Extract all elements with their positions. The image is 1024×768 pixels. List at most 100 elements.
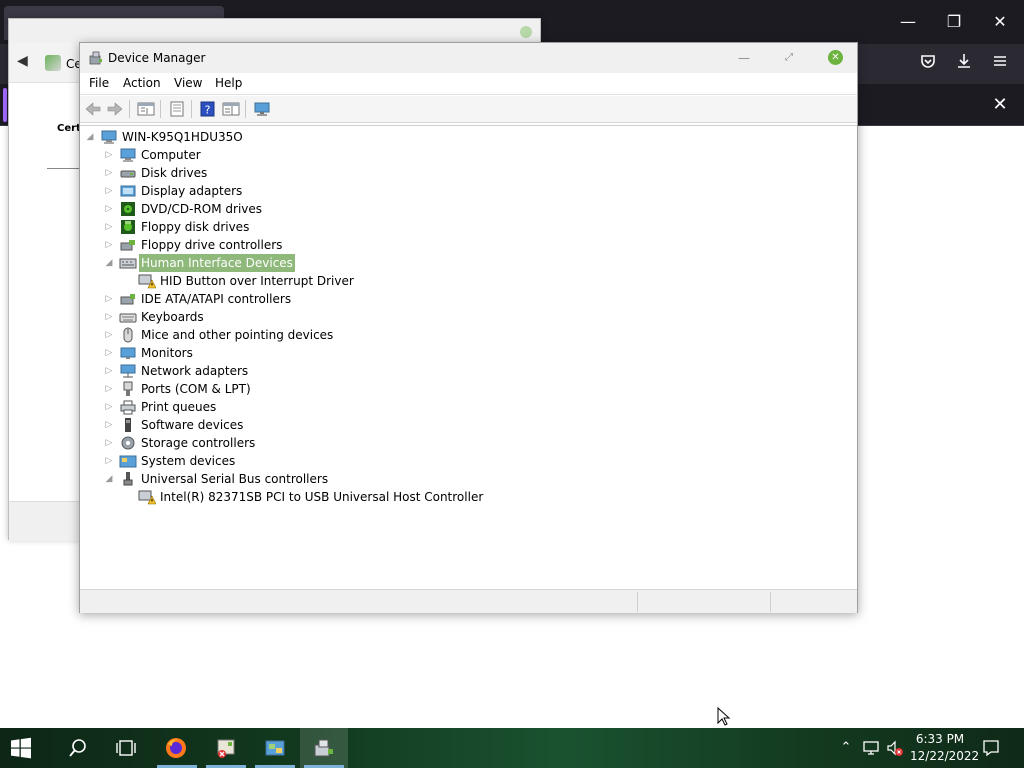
tree-category[interactable]: ▷ System devices bbox=[80, 452, 850, 470]
action-pane-icon[interactable] bbox=[222, 101, 240, 117]
menu-file[interactable]: File bbox=[89, 76, 109, 90]
close-button[interactable]: ✕ bbox=[828, 50, 843, 65]
expand-arrow-icon[interactable]: ▷ bbox=[105, 236, 113, 254]
expand-arrow-icon[interactable]: ▷ bbox=[105, 326, 113, 344]
certificate-manager-icon[interactable] bbox=[214, 736, 238, 760]
menu-help[interactable]: Help bbox=[215, 76, 242, 90]
expand-arrow-icon[interactable]: ▷ bbox=[105, 290, 113, 308]
device-tree[interactable]: ◢ WIN-K95Q1HDU35O ▷ Computer ▷ Disk drives ▷ Di… bbox=[80, 125, 857, 589]
tree-item-label: Floppy disk drives bbox=[141, 220, 250, 234]
notification-close-icon[interactable]: ✕ bbox=[986, 92, 1014, 118]
firefox-close-button[interactable]: ✕ bbox=[977, 8, 1023, 36]
menu-view[interactable]: View bbox=[174, 76, 202, 90]
collapse-arrow-icon[interactable]: ◢ bbox=[86, 128, 94, 146]
expand-arrow-icon[interactable]: ▷ bbox=[105, 344, 113, 362]
keyboard-icon bbox=[119, 313, 137, 323]
firefox-restore-button[interactable]: ❐ bbox=[931, 8, 977, 36]
maximize-button[interactable]: ⤢ bbox=[777, 49, 801, 67]
back-icon[interactable] bbox=[84, 101, 102, 117]
expand-arrow-icon[interactable]: ▷ bbox=[105, 164, 113, 182]
system-device-icon bbox=[119, 455, 137, 468]
tree-category[interactable]: ▷ Mice and other pointing devices bbox=[80, 326, 850, 344]
tree-category[interactable]: ▷ Floppy drive controllers bbox=[80, 236, 850, 254]
toolbar-separator bbox=[245, 100, 246, 118]
clock-date: 12/22/2022 bbox=[910, 749, 980, 763]
forward-icon[interactable] bbox=[106, 101, 124, 117]
start-icon[interactable] bbox=[10, 737, 32, 759]
expand-arrow-icon[interactable]: ▷ bbox=[105, 398, 113, 416]
control-panel-icon[interactable] bbox=[263, 736, 287, 760]
tree-item-label: Print queues bbox=[141, 400, 217, 414]
tree-item-label: Software devices bbox=[141, 418, 244, 432]
network-adapter-icon bbox=[120, 364, 136, 378]
tree-category[interactable]: ▷ Display adapters bbox=[80, 182, 850, 200]
expand-arrow-icon[interactable]: ▷ bbox=[105, 182, 113, 200]
firefox-minimize-button[interactable]: — bbox=[885, 8, 931, 36]
computer-icon bbox=[120, 148, 136, 162]
firefox-icon[interactable] bbox=[164, 736, 188, 760]
properties-icon[interactable] bbox=[168, 101, 186, 117]
tree-item-label: System devices bbox=[141, 454, 236, 468]
expand-arrow-icon[interactable]: ▷ bbox=[105, 146, 113, 164]
tree-category[interactable]: ◢ Universal Serial Bus controllers bbox=[80, 470, 850, 488]
expand-arrow-icon[interactable]: ▷ bbox=[105, 218, 113, 236]
warning-device-icon bbox=[138, 490, 156, 505]
tree-category[interactable]: ▷ Software devices bbox=[80, 416, 850, 434]
floppy-controller-icon bbox=[120, 240, 135, 251]
expand-arrow-icon[interactable]: ▷ bbox=[105, 380, 113, 398]
pocket-icon[interactable] bbox=[916, 52, 940, 76]
menu-icon[interactable] bbox=[988, 52, 1012, 76]
tree-item-label: HID Button over Interrupt Driver bbox=[160, 274, 354, 288]
back-arrow-icon[interactable]: ◀ bbox=[17, 53, 28, 69]
toolbar-separator bbox=[160, 100, 161, 118]
show-hidden-icons-icon[interactable]: ⌃ bbox=[837, 738, 855, 758]
tree-category[interactable]: ▷ Computer bbox=[80, 146, 850, 164]
clock-time: 6:33 PM bbox=[915, 732, 965, 746]
display-adapter-icon bbox=[120, 185, 136, 197]
tree-category[interactable]: ▷ Print queues bbox=[80, 398, 850, 416]
tree-category[interactable]: ▷ IDE ATA/ATAPI controllers bbox=[80, 290, 850, 308]
help-icon[interactable]: ? bbox=[199, 101, 217, 117]
download-icon[interactable] bbox=[952, 52, 976, 76]
scan-hardware-icon[interactable] bbox=[253, 101, 271, 117]
expand-arrow-icon[interactable]: ▷ bbox=[105, 452, 113, 470]
tree-category[interactable]: ▷ Keyboards bbox=[80, 308, 850, 326]
action-center-icon[interactable] bbox=[982, 738, 1000, 758]
expand-arrow-icon[interactable]: ▷ bbox=[105, 362, 113, 380]
tree-category[interactable]: ▷ Ports (COM & LPT) bbox=[80, 380, 850, 398]
volume-muted-icon[interactable] bbox=[886, 738, 904, 758]
clock[interactable]: 6:33 PM 12/22/2022 bbox=[910, 731, 980, 765]
dvd-drive-icon bbox=[121, 202, 135, 216]
tree-category[interactable]: ◢ Human Interface Devices bbox=[80, 254, 850, 272]
tree-item-label: Keyboards bbox=[141, 310, 204, 324]
collapse-arrow-icon[interactable]: ◢ bbox=[105, 254, 113, 272]
tree-item-label: DVD/CD-ROM drives bbox=[141, 202, 263, 216]
tree-category[interactable]: ▷ Network adapters bbox=[80, 362, 850, 380]
collapse-arrow-icon[interactable]: ◢ bbox=[105, 470, 113, 488]
expand-arrow-icon[interactable]: ▷ bbox=[105, 200, 113, 218]
tree-category[interactable]: ▷ Disk drives bbox=[80, 164, 850, 182]
tree-root[interactable]: ◢ WIN-K95Q1HDU35O bbox=[80, 128, 850, 146]
mouse-icon bbox=[123, 327, 133, 343]
disk-drive-icon bbox=[120, 170, 136, 178]
expand-arrow-icon[interactable]: ▷ bbox=[105, 434, 113, 452]
minimize-button[interactable]: — bbox=[732, 49, 756, 67]
tree-item-label: Storage controllers bbox=[141, 436, 256, 450]
tree-category[interactable]: ▷ Storage controllers bbox=[80, 434, 850, 452]
device-manager-icon[interactable] bbox=[312, 736, 336, 760]
certificate-close-button[interactable] bbox=[520, 26, 532, 38]
expand-arrow-icon[interactable]: ▷ bbox=[105, 416, 113, 434]
expand-arrow-icon[interactable]: ▷ bbox=[105, 308, 113, 326]
tree-category[interactable]: ▷ DVD/CD-ROM drives bbox=[80, 200, 850, 218]
show-hide-console-tree-icon[interactable] bbox=[137, 101, 155, 117]
menu-action[interactable]: Action bbox=[123, 76, 161, 90]
search-icon[interactable] bbox=[66, 736, 90, 760]
tree-item-label: Ports (COM & LPT) bbox=[141, 382, 251, 396]
tree-device[interactable]: Intel(R) 82371SB PCI to USB Universal Ho… bbox=[80, 488, 850, 506]
tree-category[interactable]: ▷ Floppy disk drives bbox=[80, 218, 850, 236]
tree-item-label: Computer bbox=[141, 148, 201, 162]
network-icon[interactable] bbox=[862, 738, 880, 758]
tree-category[interactable]: ▷ Monitors bbox=[80, 344, 850, 362]
tree-device[interactable]: HID Button over Interrupt Driver bbox=[80, 272, 850, 290]
task-view-icon[interactable] bbox=[114, 736, 138, 760]
